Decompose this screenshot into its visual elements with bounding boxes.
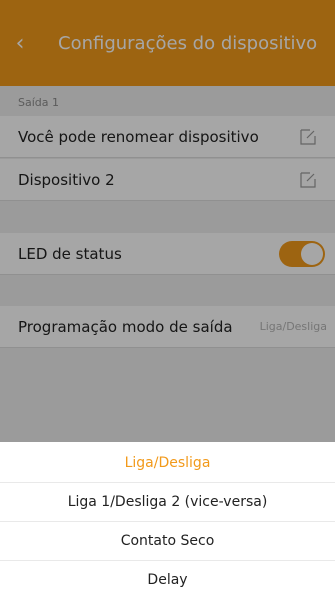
option-liga-desliga[interactable]: Liga/Desliga (0, 444, 335, 483)
option-contato-seco[interactable]: Contato Seco (0, 522, 335, 561)
output-mode-action-sheet: Liga/Desliga Liga 1/Desliga 2 (vice-vers… (0, 442, 335, 595)
option-liga1-desliga2[interactable]: Liga 1/Desliga 2 (vice-versa) (0, 483, 335, 522)
option-delay[interactable]: Delay (0, 561, 335, 600)
